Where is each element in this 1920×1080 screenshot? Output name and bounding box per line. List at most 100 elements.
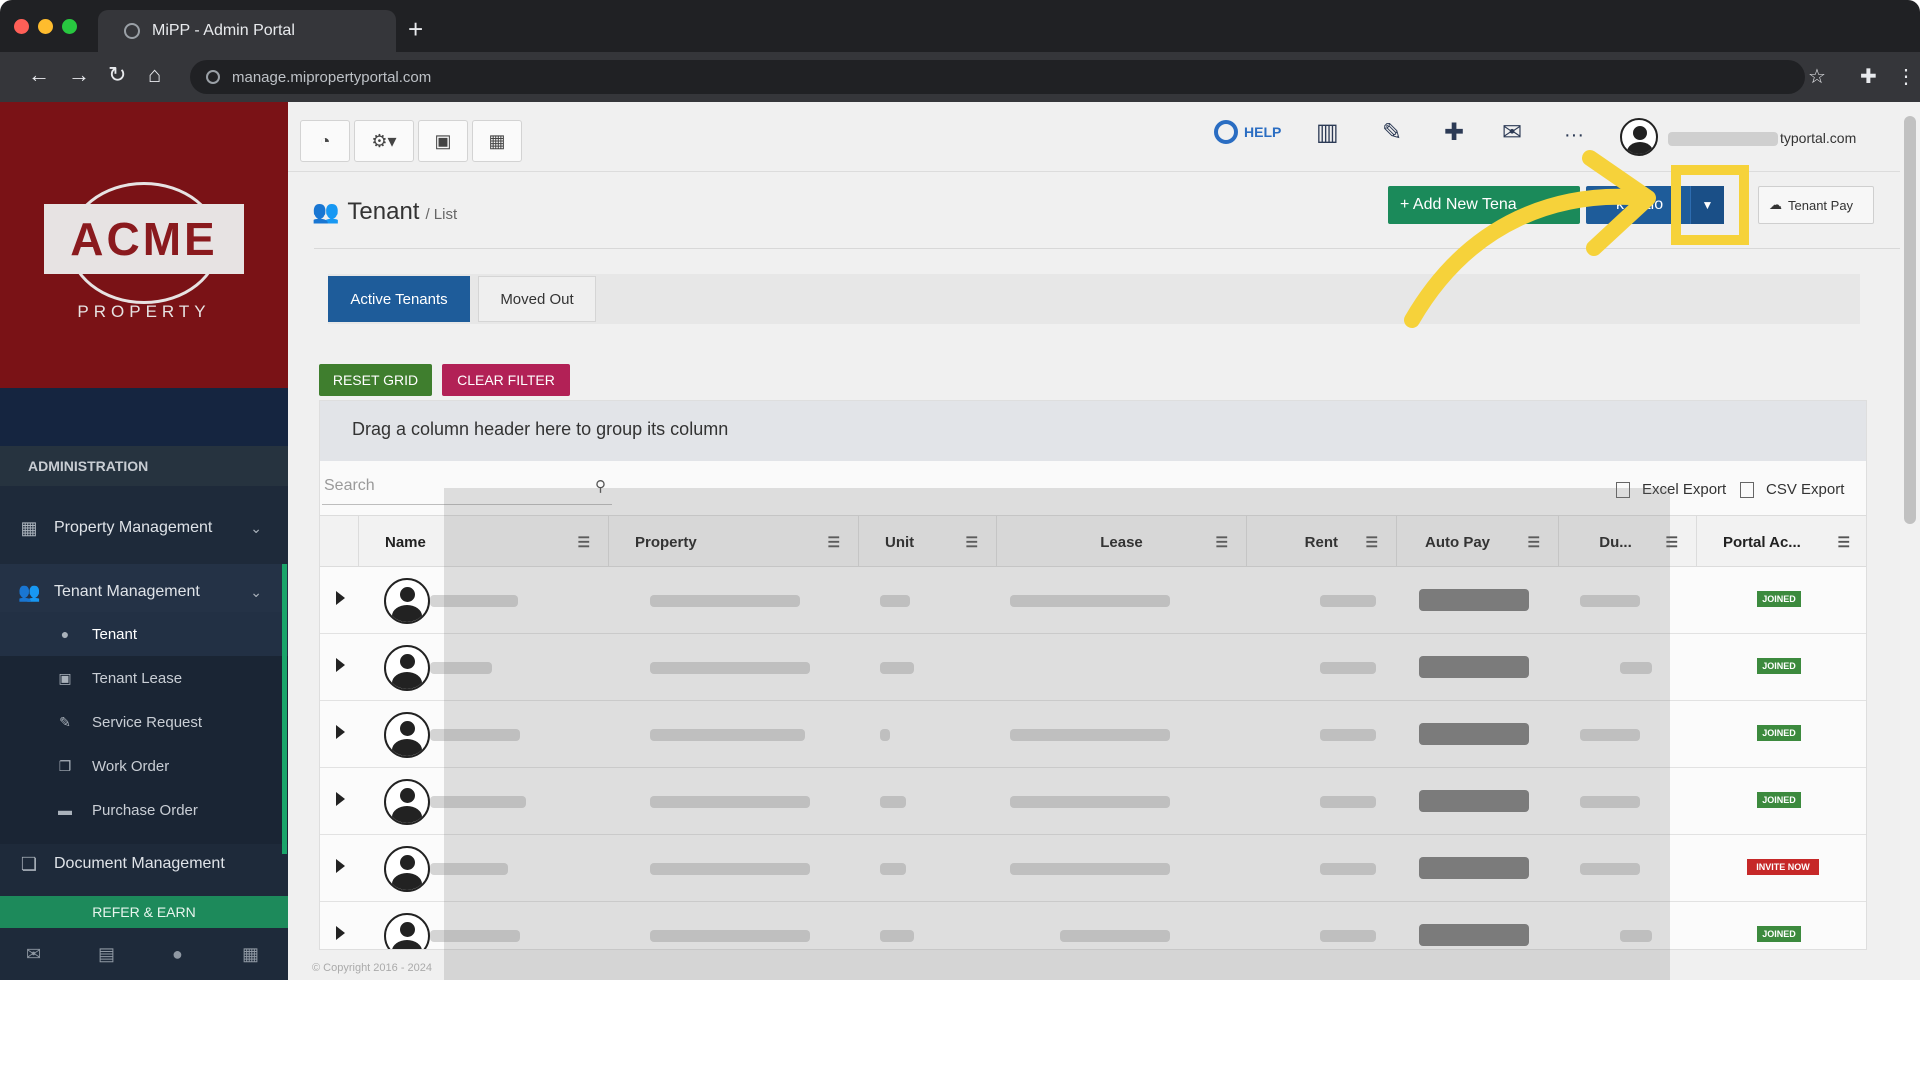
sidebar-item-property-management[interactable]: ▦ Property Management ⌄ bbox=[0, 500, 288, 556]
address-bar[interactable]: manage.mipropertyportal.com bbox=[190, 60, 1805, 94]
chevron-down-icon: ⌄ bbox=[250, 519, 262, 536]
tenant-grid: Drag a column header here to group its c… bbox=[319, 400, 1867, 950]
redacted-cell bbox=[650, 863, 810, 875]
auto-pay-redacted bbox=[1419, 656, 1529, 678]
tab-moved-out[interactable]: Moved Out bbox=[478, 276, 596, 322]
copy-icon: ❐ bbox=[58, 757, 72, 774]
expand-row-icon[interactable] bbox=[336, 792, 345, 806]
tenant-pay-button[interactable]: ☁ Tenant Pay bbox=[1758, 186, 1874, 224]
dashboard-button[interactable]: ◔ bbox=[300, 120, 350, 162]
sidebar-item-label: Document Management bbox=[54, 855, 225, 872]
redacted-cell bbox=[430, 662, 492, 674]
filter-icon[interactable]: ☰ bbox=[965, 534, 978, 551]
redacted-cell bbox=[1580, 595, 1640, 607]
url-text: manage.mipropertyportal.com bbox=[232, 68, 432, 86]
more-icon[interactable]: ··· bbox=[1564, 124, 1584, 147]
clear-filter-button[interactable]: CLEAR FILTER bbox=[442, 364, 570, 396]
grid-search-input[interactable]: Search ⚲ bbox=[322, 469, 612, 505]
active-rail bbox=[282, 564, 287, 854]
user-menu[interactable]: typortal.com bbox=[1668, 128, 1878, 148]
redacted-cell bbox=[1010, 863, 1170, 875]
tab-active-tenants[interactable]: Active Tenants bbox=[328, 276, 470, 322]
calculator-icon[interactable]: ▦ bbox=[242, 944, 259, 965]
column-header-portal-access[interactable]: Portal Ac... ☰ bbox=[1696, 516, 1866, 568]
add-new-tenant-button[interactable]: + Add New Tena bbox=[1388, 186, 1580, 224]
submenu-item-tenant[interactable]: ● Tenant bbox=[0, 612, 288, 656]
filter-icon[interactable]: ☰ bbox=[1527, 534, 1540, 551]
filter-icon[interactable]: ☰ bbox=[577, 534, 590, 551]
minimize-window-button[interactable] bbox=[38, 19, 53, 34]
filter-icon[interactable]: ☰ bbox=[827, 534, 840, 551]
user-avatar[interactable] bbox=[1620, 118, 1658, 156]
filter-icon[interactable]: ☰ bbox=[1665, 534, 1678, 551]
help-button[interactable]: HELP bbox=[1214, 120, 1281, 144]
group-drop-zone[interactable]: Drag a column header here to group its c… bbox=[320, 401, 1866, 461]
column-header-due[interactable]: Du... ☰ bbox=[1558, 516, 1696, 568]
column-header-name[interactable]: Name ☰ bbox=[358, 516, 608, 568]
scrollbar-thumb[interactable] bbox=[1904, 116, 1916, 524]
calendar-button[interactable]: ▣ bbox=[418, 120, 468, 162]
excel-export-button[interactable]: Excel Export bbox=[1616, 481, 1726, 498]
sidebar: ACME PROPERTY ADMINISTRATION ▦ Property … bbox=[0, 102, 288, 980]
submenu-item-service-request[interactable]: ✎ Service Request bbox=[0, 700, 288, 744]
submenu-item-purchase-order[interactable]: ▬ Purchase Order bbox=[0, 788, 288, 832]
maximize-window-button[interactable] bbox=[62, 19, 77, 34]
calculator-button[interactable]: ▦ bbox=[472, 120, 522, 162]
bar-chart-icon[interactable]: ▥ bbox=[1316, 118, 1339, 147]
wrench-icon[interactable]: ✎ bbox=[1382, 118, 1402, 147]
user-icon[interactable]: ● bbox=[172, 944, 183, 965]
auto-pay-redacted bbox=[1419, 924, 1529, 946]
expand-row-icon[interactable] bbox=[336, 926, 345, 940]
table-row[interactable]: JOINED bbox=[320, 567, 1866, 634]
reload-icon[interactable]: ↻ bbox=[108, 62, 126, 88]
expand-row-icon[interactable] bbox=[336, 859, 345, 873]
portal-status-badge[interactable]: INVITE NOW bbox=[1747, 859, 1819, 875]
close-window-button[interactable] bbox=[14, 19, 29, 34]
portal-status-badge: JOINED bbox=[1757, 591, 1801, 607]
expand-row-icon[interactable] bbox=[336, 591, 345, 605]
table-row[interactable]: JOINED bbox=[320, 768, 1866, 835]
filter-icon[interactable]: ☰ bbox=[1837, 534, 1850, 551]
envelope-icon[interactable]: ✉ bbox=[1502, 118, 1522, 147]
redacted-cell bbox=[1320, 662, 1376, 674]
column-header-lease[interactable]: Lease ☰ bbox=[996, 516, 1246, 568]
briefcase-icon[interactable]: ▤ bbox=[98, 944, 115, 965]
back-icon[interactable]: ← bbox=[28, 62, 50, 88]
browser-menu-icon[interactable]: ⋮ bbox=[1896, 64, 1916, 89]
table-row[interactable]: JOINED bbox=[320, 902, 1866, 949]
extensions-icon[interactable]: ✚ bbox=[1860, 64, 1877, 89]
home-icon[interactable]: ⌂ bbox=[148, 62, 161, 88]
submenu-item-label: Service Request bbox=[92, 713, 203, 731]
column-header-unit[interactable]: Unit ☰ bbox=[858, 516, 996, 568]
app-topbar: ◔ ⚙▾ ▣ ▦ HELP ▥ ✎ ✚ ✉ ··· typortal.com bbox=[288, 102, 1920, 172]
excel-export-label: Excel Export bbox=[1642, 481, 1727, 498]
table-row[interactable]: JOINED bbox=[320, 701, 1866, 768]
bookmark-star-icon[interactable]: ☆ bbox=[1808, 64, 1826, 89]
expand-row-icon[interactable] bbox=[336, 658, 345, 672]
table-row[interactable]: INVITE NOW bbox=[320, 835, 1866, 902]
documents-icon: ❏ bbox=[20, 854, 38, 874]
tenant-avatar bbox=[384, 578, 430, 624]
browser-tab[interactable]: MiPP - Admin Portal bbox=[98, 10, 396, 52]
forward-icon[interactable]: → bbox=[68, 62, 90, 88]
filter-icon[interactable]: ☰ bbox=[1215, 534, 1228, 551]
envelope-icon[interactable]: ✉ bbox=[26, 944, 41, 965]
submenu-item-tenant-lease[interactable]: ▣ Tenant Lease bbox=[0, 656, 288, 700]
building-icon: ▦ bbox=[20, 518, 38, 538]
column-header-property[interactable]: Property ☰ bbox=[608, 516, 858, 568]
sidebar-item-document-management[interactable]: ❏ Document Management bbox=[0, 842, 288, 886]
new-tab-button[interactable]: + bbox=[408, 14, 423, 45]
page-scrollbar[interactable] bbox=[1900, 102, 1920, 980]
csv-export-button[interactable]: CSV Export bbox=[1740, 481, 1844, 498]
table-row[interactable]: JOINED bbox=[320, 634, 1866, 701]
plus-icon[interactable]: ✚ bbox=[1444, 118, 1464, 147]
submenu-item-work-order[interactable]: ❐ Work Order bbox=[0, 744, 288, 788]
cloud-icon: ☁ bbox=[1769, 197, 1782, 212]
column-header-rent[interactable]: Rent ☰ bbox=[1246, 516, 1396, 568]
reset-grid-button[interactable]: RESET GRID bbox=[319, 364, 432, 396]
expand-row-icon[interactable] bbox=[336, 725, 345, 739]
settings-dropdown-button[interactable]: ⚙▾ bbox=[354, 120, 414, 162]
filter-icon[interactable]: ☰ bbox=[1365, 534, 1378, 551]
refer-earn-button[interactable]: REFER & EARN bbox=[0, 896, 288, 928]
column-header-auto-pay[interactable]: Auto Pay ☰ bbox=[1396, 516, 1558, 568]
